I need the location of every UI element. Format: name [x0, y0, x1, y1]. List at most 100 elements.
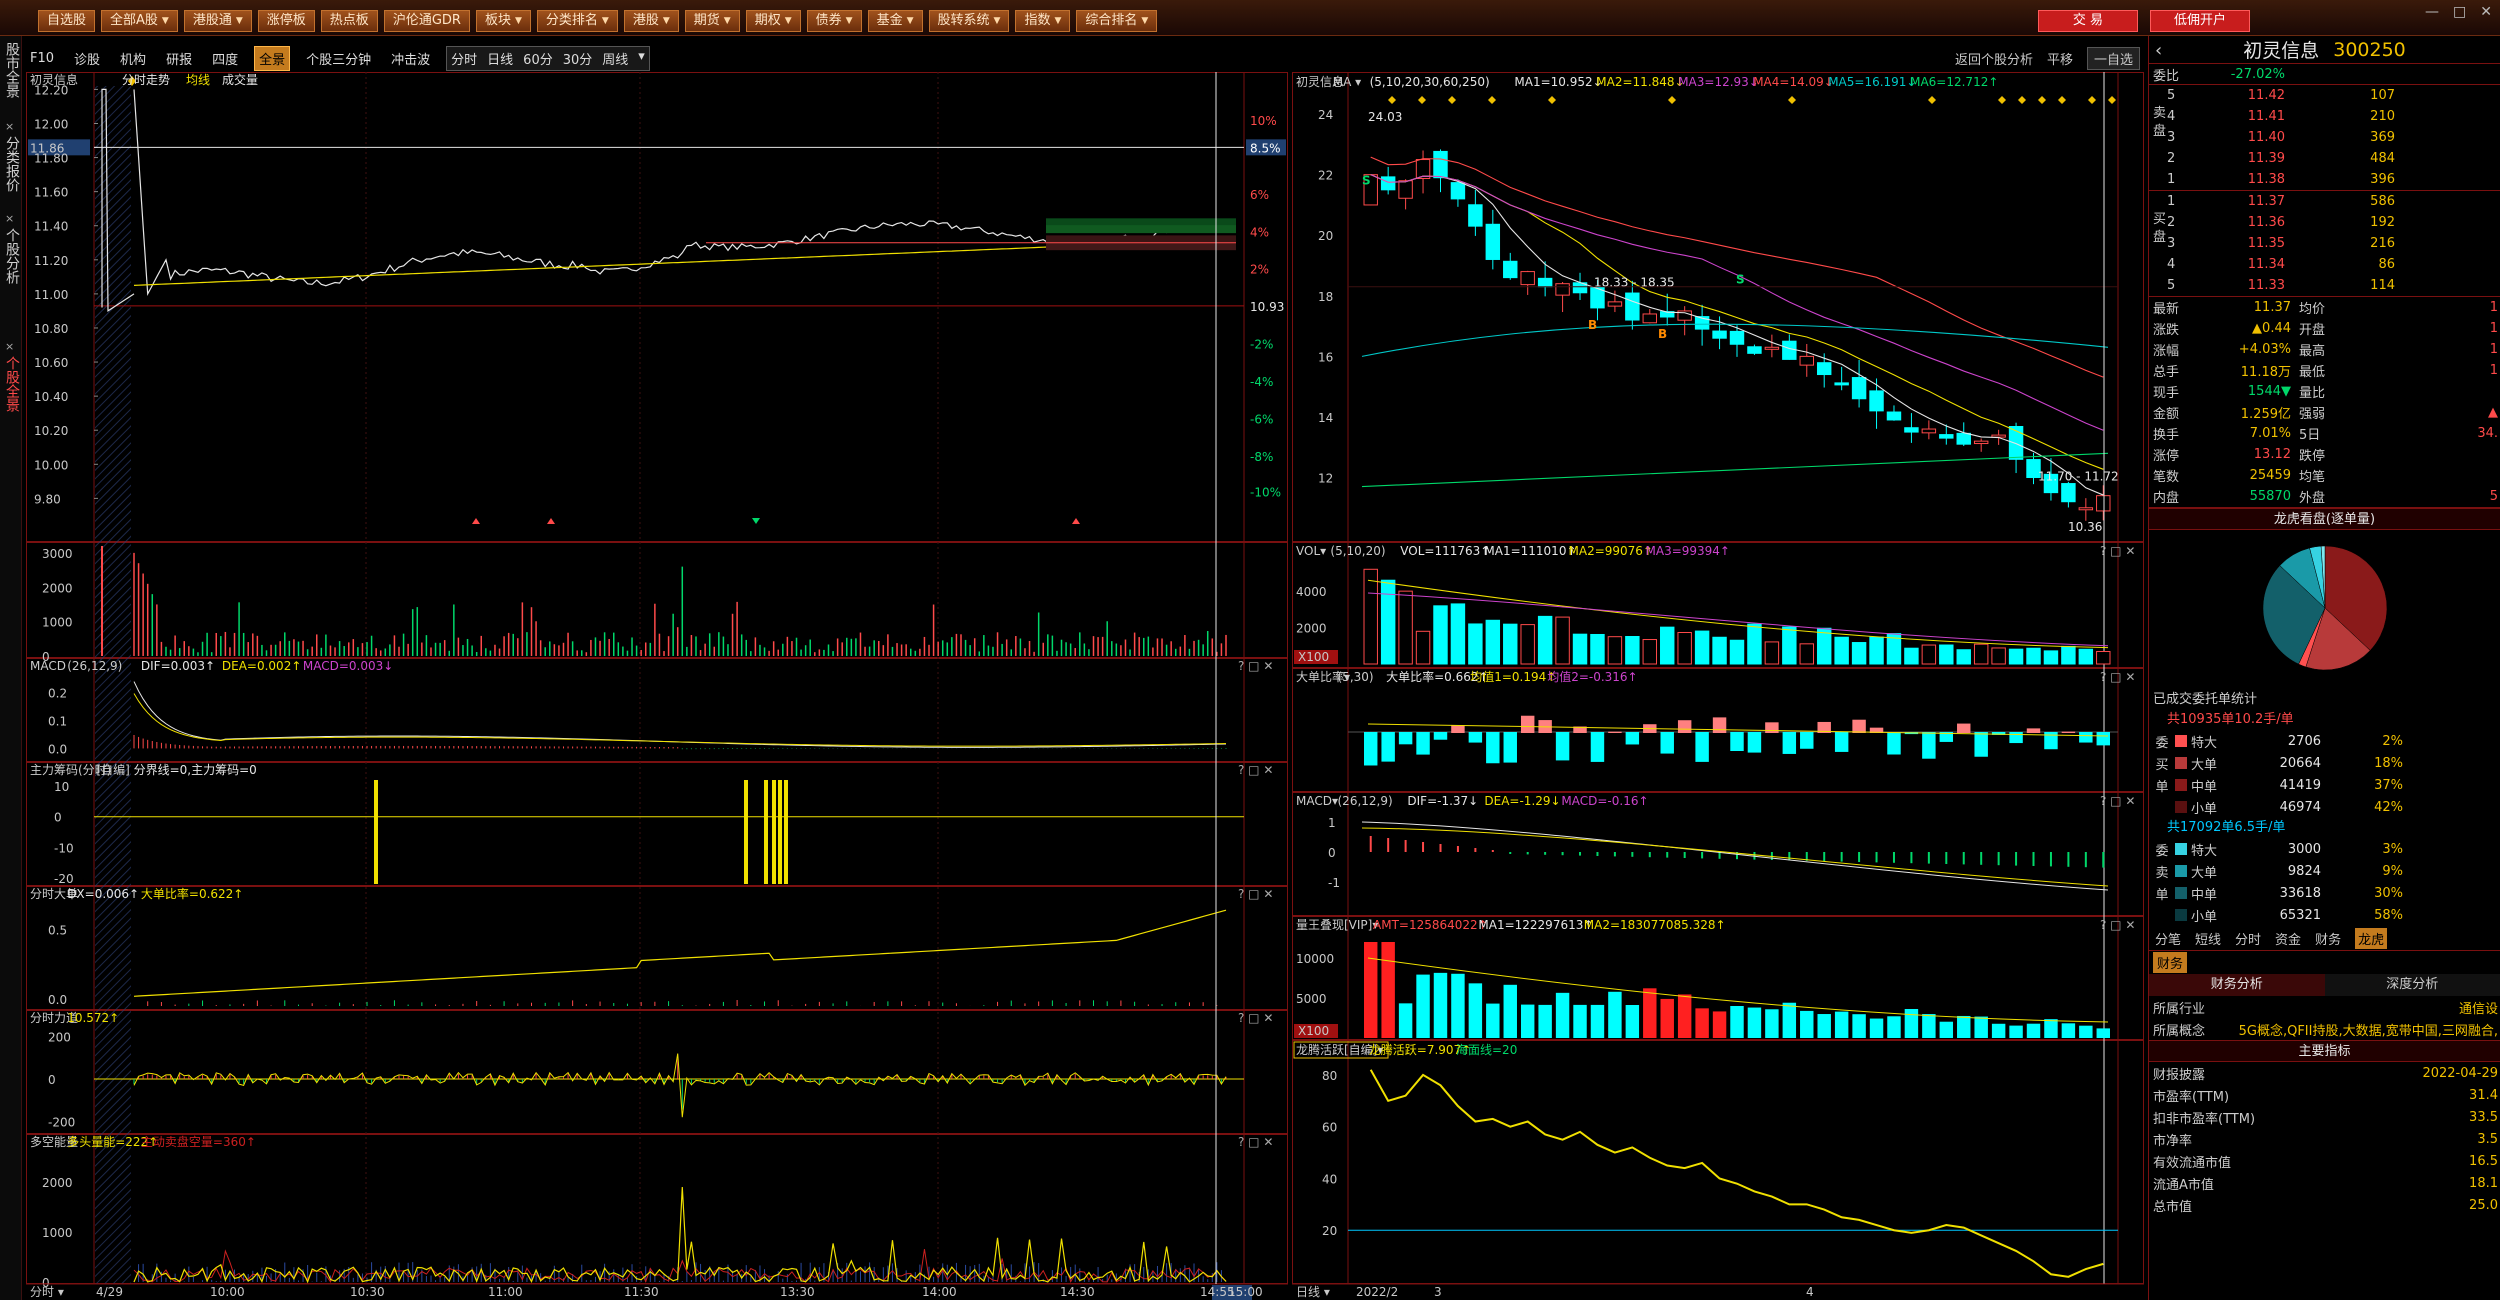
toolbar-item[interactable]: 诊股 [70, 47, 104, 70]
force-legend: 10.572↑ [67, 1011, 119, 1025]
minimize-icon[interactable]: — [2425, 4, 2439, 20]
menu-item[interactable]: 基金 ▼ [867, 10, 923, 32]
left-tab[interactable]: 股市全景 [2, 42, 20, 98]
menu-item[interactable]: 指数 ▼ [1015, 10, 1071, 32]
flow-swatch [2175, 909, 2187, 921]
trade-buttons: 交 易 低佣开户 [2038, 10, 2250, 32]
long-short-legend: 主动卖盘空量=360↑ [141, 1134, 256, 1149]
order-row: 2 11.36 192 [2149, 212, 2500, 233]
info-tab[interactable]: 短线 [2195, 929, 2221, 948]
period-item[interactable]: 周线 [602, 49, 628, 68]
toolbar-item[interactable]: 机构 [116, 47, 150, 70]
kline-chart-area[interactable]: 24 22 20 18 16 14 12 初灵信息 MA ▾ (5,10,20,30,60,250… [1292, 72, 2144, 1300]
menu-item[interactable]: 涨停板 [257, 10, 315, 32]
menu-item[interactable]: 沪伦通GDR [383, 10, 470, 32]
trade-button[interactable]: 交 易 [2038, 10, 2138, 32]
fin-tab[interactable]: 财务 [2153, 952, 2188, 973]
toolbar-right-item[interactable]: 返回个股分析 [1955, 49, 2033, 68]
info-tab[interactable]: 财务 [2315, 929, 2341, 948]
period-item[interactable]: 分时 [451, 49, 477, 68]
kline-price-tick: 22 [1318, 169, 1333, 183]
toolbar-item[interactable]: 研报 [162, 47, 196, 70]
pct-tick: 4% [1250, 225, 1269, 239]
fin-value: 33.5 [2469, 1109, 2498, 1125]
kline-vol-bar [1956, 649, 1971, 665]
period-item[interactable]: 60分 [523, 49, 553, 68]
open-account-button[interactable]: 低佣开户 [2150, 10, 2250, 32]
menu-item[interactable]: 期权 ▼ [745, 10, 801, 32]
chip-spike [772, 780, 776, 884]
chip-spike [764, 780, 768, 884]
bigratio-bar [1712, 717, 1727, 733]
kline-vol-bar [1921, 644, 1937, 665]
period-selector[interactable]: 分时 日线 60分 30分 周线 ▾ [446, 45, 650, 71]
period-item[interactable]: 日线 [487, 49, 513, 68]
price-tick: 11.00 [34, 288, 68, 302]
toolbar-item[interactable]: 冲击波 [387, 47, 434, 70]
amt-bar [1468, 983, 1483, 1038]
time-tick: 14:30 [1060, 1285, 1095, 1299]
left-tab[interactable]: 分类报价 [2, 136, 20, 192]
menu-item-label: 热点板 [329, 13, 369, 28]
info-tab[interactable]: 分笔 [2155, 929, 2181, 948]
bigratio-legend: 均值2=-0.316↑ [1547, 669, 1637, 684]
fin-value: 2022-04-29 [2422, 1065, 2498, 1081]
amt-bar [1520, 1004, 1535, 1038]
fin-value: 18.1 [2469, 1175, 2498, 1191]
fin-subtabs: 财务分析 深度分析 [2149, 974, 2500, 996]
fin-subtab-deep[interactable]: 深度分析 [2324, 974, 2500, 996]
close-icon[interactable]: ✕ [2480, 4, 2492, 20]
window-control-icons: ? □ ✕ [1238, 1135, 1273, 1149]
kline-vol-bar [1590, 633, 1605, 665]
bigratio-bar [1608, 731, 1622, 733]
buy-summary: 共10935单10.2手/单 [2167, 712, 2294, 727]
amt-bar [1660, 998, 1674, 1038]
vol-legend: MA2=99076↑ [1569, 544, 1653, 558]
intraday-chart-area[interactable]: 12.20 12.00 11.86 11.80 11.60 11.40 11.20 11.00… [26, 72, 1288, 1300]
toolbar-item[interactable]: 全景 [254, 45, 291, 71]
fin-value: 16.5 [2469, 1153, 2498, 1169]
info-tab[interactable]: 龙虎 [2355, 927, 2388, 949]
info-tab[interactable]: 资金 [2275, 929, 2301, 948]
maximize-icon[interactable]: □ [2453, 4, 2466, 20]
menu-item[interactable]: 股转系统 ▼ [928, 10, 1010, 32]
menu-item[interactable]: 期货 ▼ [684, 10, 740, 32]
amt-bar [1364, 942, 1378, 1038]
flow-name: 小单 [2191, 801, 2218, 817]
left-tab[interactable]: 个股全景 [2, 356, 20, 412]
menu-item[interactable]: 港股 ▼ [623, 10, 679, 32]
menu-item[interactable]: 分类排名 ▼ [536, 10, 618, 32]
menu-item[interactable]: 全部A股 ▼ [101, 10, 178, 32]
back-arrow-icon[interactable]: ‹ [2155, 40, 2162, 61]
toolbar-right-item[interactable]: 平移 [2047, 49, 2073, 68]
menu-item[interactable]: 综合排名 ▼ [1076, 10, 1158, 32]
close-icon[interactable]: × [5, 340, 14, 353]
force-tick: 0 [48, 1073, 56, 1087]
toolbar-item[interactable]: 个股三分钟 [302, 47, 375, 70]
left-tab[interactable]: 个股分析 [2, 228, 20, 284]
menu-item[interactable]: 自选股 [38, 10, 96, 32]
amt-bar [1398, 1003, 1413, 1038]
kline-bottom-label: 日线 ▾ [1296, 1285, 1330, 1299]
menu-item[interactable]: 债券 ▼ [806, 10, 862, 32]
amt-bar [1416, 974, 1430, 1038]
candle-body [1799, 355, 1814, 366]
close-icon[interactable]: × [5, 212, 14, 225]
toolbar-item[interactable]: 四度 [208, 47, 242, 70]
kline-vol-bar [1834, 636, 1849, 665]
period-item[interactable]: 30分 [563, 49, 593, 68]
ma-value: MA1=10.952↓ [1514, 75, 1602, 89]
toolbar-item[interactable]: F10 [26, 49, 58, 68]
chip-tick: 0 [54, 811, 62, 825]
info-tab[interactable]: 分时 [2235, 929, 2261, 948]
fin-subtab-analysis[interactable]: 财务分析 [2149, 974, 2325, 996]
menu-item[interactable]: 港股通 ▼ [183, 10, 252, 32]
stat-label: 量比 [2299, 386, 2326, 401]
toolbar-right-item[interactable]: 一自选 [2087, 46, 2141, 70]
amt-bar [1800, 1010, 1814, 1038]
close-icon[interactable]: × [5, 120, 14, 133]
ma-value: MA5=16.191↓ [1828, 75, 1916, 89]
menu-item[interactable]: 热点板 [320, 10, 378, 32]
menu-item[interactable]: 板块 ▼ [475, 10, 531, 32]
bigratio-bar [1747, 732, 1762, 753]
